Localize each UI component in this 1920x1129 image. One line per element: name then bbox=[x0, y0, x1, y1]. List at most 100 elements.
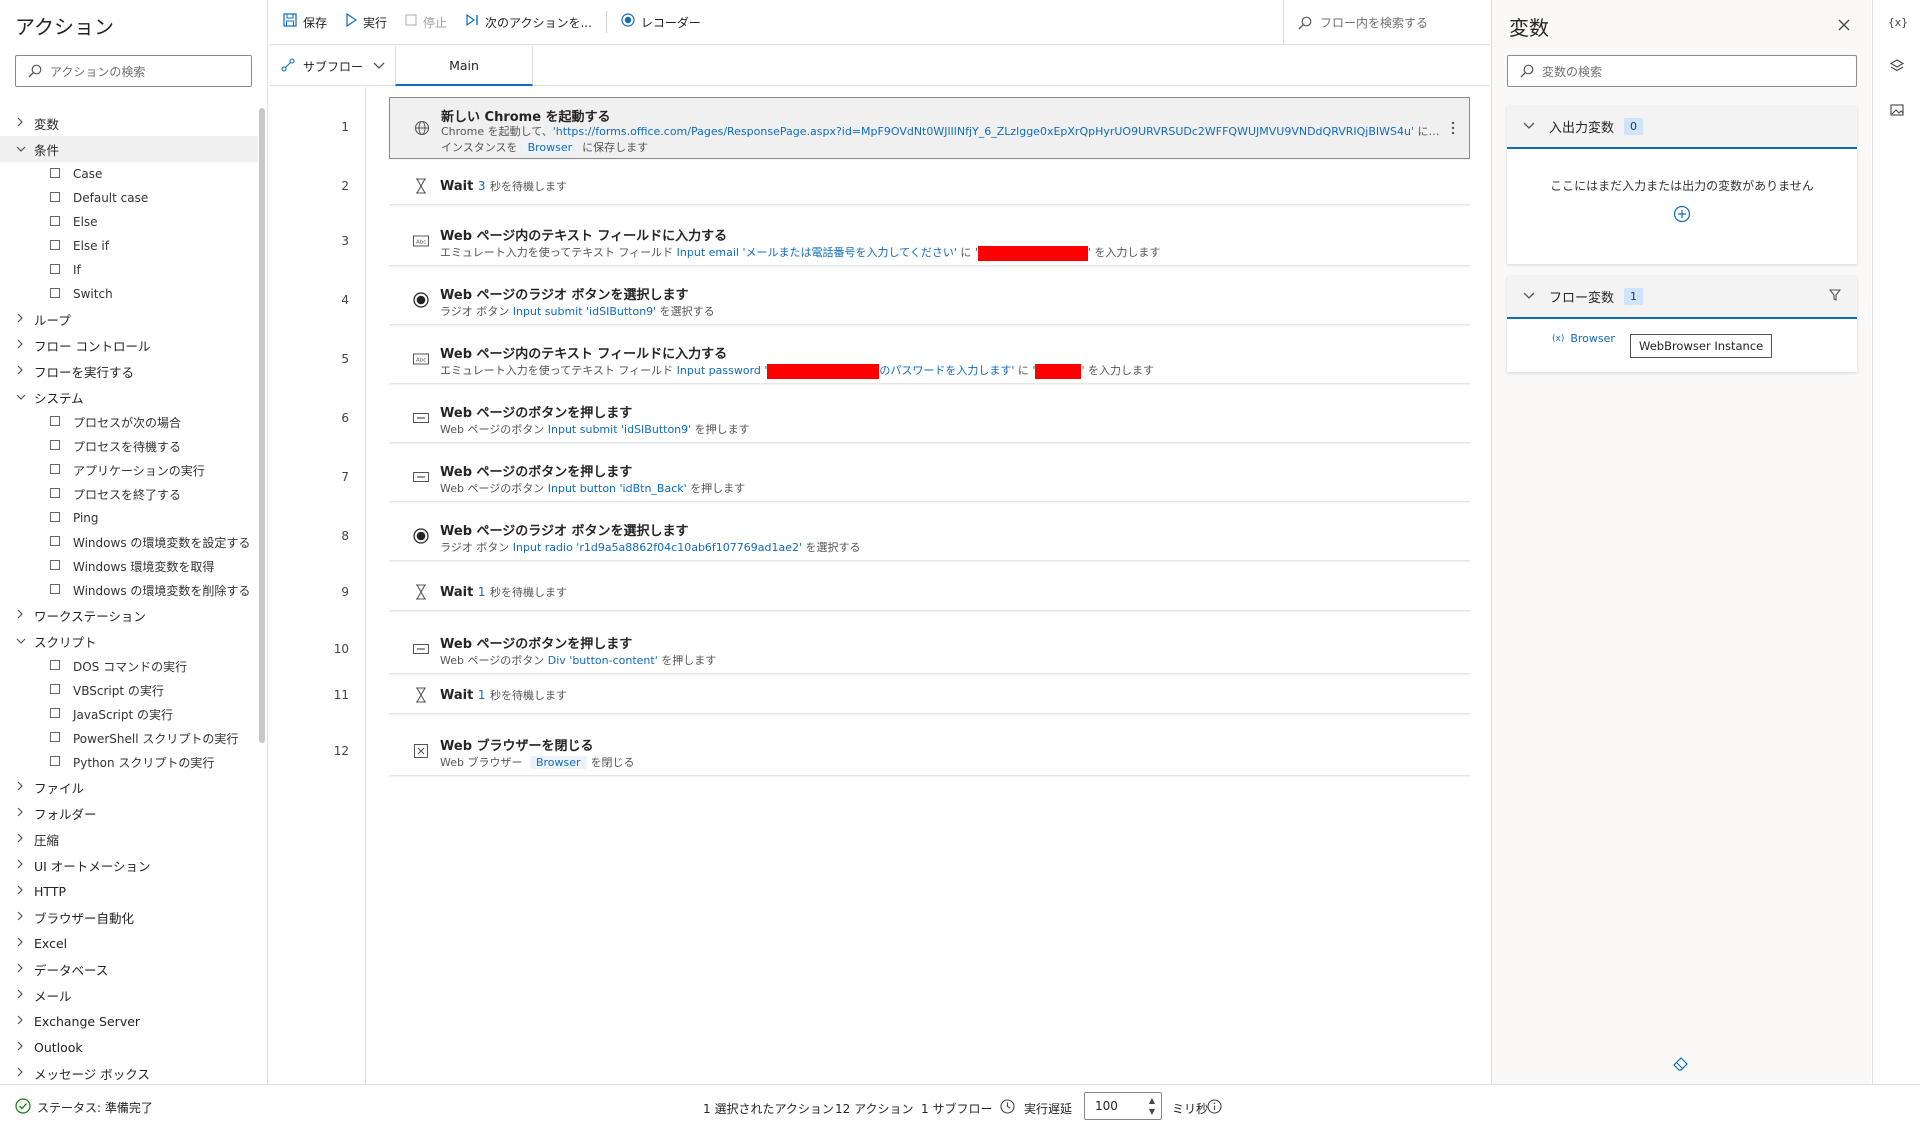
actions-scrollbar[interactable] bbox=[259, 108, 265, 743]
tree-action[interactable]: PowerShell スクリプトの実行 bbox=[0, 726, 258, 750]
line-number: 2 bbox=[341, 178, 349, 193]
chevron-right-icon bbox=[16, 364, 34, 378]
run-delay-input[interactable]: 100 ▲ ▼ bbox=[1084, 1092, 1162, 1120]
tree-category[interactable]: メール bbox=[0, 982, 258, 1008]
tree-category[interactable]: Excel bbox=[0, 930, 258, 956]
flow-step[interactable]: Web ページのラジオ ボタンを選択します ラジオ ボタン Input submi… bbox=[389, 276, 1470, 325]
eraser-icon[interactable] bbox=[1673, 1056, 1689, 1076]
tree-action-label: Windows 環境変数を取得 bbox=[73, 559, 215, 574]
check-circle-icon bbox=[15, 1098, 31, 1117]
dos-icon bbox=[49, 659, 73, 674]
subflow-dropdown[interactable]: サブフロー bbox=[281, 46, 385, 86]
variable-icon bbox=[49, 535, 73, 550]
tree-action[interactable]: If bbox=[0, 258, 258, 282]
tree-category[interactable]: フローを実行する bbox=[0, 358, 258, 384]
step-description: Web ページのボタン Input button 'idBtn_Back' を押… bbox=[440, 480, 745, 496]
flow-step[interactable]: Web ブラウザーを閉じる Web ブラウザー Browser を閉じる bbox=[389, 727, 1470, 776]
flow-search-input[interactable]: フロー内を検索する bbox=[1283, 0, 1490, 45]
flow-step[interactable]: Web ページのボタンを押します Web ページのボタン Input submit… bbox=[389, 394, 1470, 443]
save-button[interactable]: 保存 bbox=[279, 7, 331, 37]
tree-action[interactable]: Default case bbox=[0, 186, 258, 210]
radio-icon bbox=[413, 292, 429, 308]
tree-category[interactable]: メッセージ ボックス bbox=[0, 1060, 258, 1086]
recorder-button[interactable]: レコーダー bbox=[617, 7, 705, 37]
tree-category[interactable]: ファイル bbox=[0, 774, 258, 800]
line-number: 5 bbox=[341, 351, 349, 366]
flow-step[interactable]: Wait 3 秒を待機します bbox=[389, 168, 1470, 205]
tree-action[interactable]: Windows の環境変数を設定する bbox=[0, 530, 258, 554]
info-icon[interactable] bbox=[1207, 1099, 1222, 1117]
flow-step[interactable]: 新しい Chrome を起動する Chrome を起動して、'https://fo… bbox=[389, 97, 1470, 159]
flow-step[interactable]: Abc Web ページ内のテキスト フィールドに入力する エミュレート入力を使ってテ… bbox=[389, 217, 1470, 266]
images-icon[interactable] bbox=[1887, 102, 1907, 122]
tree-category[interactable]: 圧縮 bbox=[0, 826, 258, 852]
tree-category[interactable]: ループ bbox=[0, 306, 258, 332]
line-number: 6 bbox=[341, 410, 349, 425]
tree-action[interactable]: VBScript の実行 bbox=[0, 678, 258, 702]
actions-search-input[interactable]: アクションの検索 bbox=[15, 55, 252, 87]
tree-category[interactable]: フォルダー bbox=[0, 800, 258, 826]
filter-icon[interactable] bbox=[1828, 288, 1842, 305]
desc-text: Web ブラウザー bbox=[440, 756, 526, 769]
flow-step[interactable]: Web ページのラジオ ボタンを選択します ラジオ ボタン Input radio… bbox=[389, 512, 1470, 561]
tree-category[interactable]: Outlook bbox=[0, 1034, 258, 1060]
next-action-button[interactable]: 次のアクションを... bbox=[461, 7, 596, 37]
tree-action[interactable]: プロセスを待機する bbox=[0, 434, 258, 458]
tree-action[interactable]: Switch bbox=[0, 282, 258, 306]
run-delay-unit: ミリ秒 bbox=[1172, 1102, 1209, 1116]
tree-category[interactable]: スクリプト bbox=[0, 628, 258, 654]
tree-category[interactable]: HTTP bbox=[0, 878, 258, 904]
variables-pane-icon[interactable]: {x} bbox=[1887, 14, 1908, 34]
layers-icon[interactable] bbox=[1887, 58, 1907, 78]
more-options-icon[interactable] bbox=[1451, 120, 1455, 139]
flow-step[interactable]: Wait 1 秒を待機します bbox=[389, 677, 1470, 714]
tree-action[interactable]: Case bbox=[0, 162, 258, 186]
tree-action[interactable]: DOS コマンドの実行 bbox=[0, 654, 258, 678]
chevron-down-icon bbox=[1523, 289, 1549, 304]
close-icon[interactable] bbox=[1837, 16, 1851, 37]
tree-action[interactable]: Python スクリプトの実行 bbox=[0, 750, 258, 774]
tree-action[interactable]: Else bbox=[0, 210, 258, 234]
line-number: 3 bbox=[341, 233, 349, 248]
tree-action[interactable]: プロセスを終了する bbox=[0, 482, 258, 506]
flow-variables-header[interactable]: フロー変数 1 bbox=[1507, 276, 1857, 319]
add-variable-icon[interactable] bbox=[1507, 204, 1857, 228]
flow-step[interactable]: Web ページのボタンを押します Web ページのボタン Div 'button-… bbox=[389, 625, 1470, 674]
tree-category[interactable]: システム bbox=[0, 384, 258, 410]
flow-step[interactable]: Web ページのボタンを押します Web ページのボタン Input button… bbox=[389, 453, 1470, 502]
button-icon bbox=[413, 410, 429, 426]
tab-main[interactable]: Main bbox=[395, 46, 533, 86]
run-button[interactable]: 実行 bbox=[341, 7, 391, 37]
spinner-arrows-icon[interactable]: ▲ ▼ bbox=[1149, 1095, 1155, 1117]
tree-action[interactable]: Windows 環境変数を取得 bbox=[0, 554, 258, 578]
flow-step[interactable]: Abc Web ページ内のテキスト フィールドに入力する エミュレート入力を使ってテ… bbox=[389, 335, 1470, 384]
variable-chip[interactable]: Browser bbox=[521, 141, 579, 154]
variables-search-input[interactable]: 変数の検索 bbox=[1507, 55, 1857, 87]
tree-category[interactable]: UI オートメーション bbox=[0, 852, 258, 878]
tree-action[interactable]: Else if bbox=[0, 234, 258, 258]
stop-button[interactable]: 停止 bbox=[401, 7, 451, 37]
io-variables-header[interactable]: 入出力変数 0 bbox=[1507, 106, 1857, 149]
flow-step[interactable]: Wait 1 秒を待機します bbox=[389, 574, 1470, 611]
tree-category[interactable]: データベース bbox=[0, 956, 258, 982]
tree-action[interactable]: Windows の環境変数を削除する bbox=[0, 578, 258, 602]
tree-category[interactable]: フロー コントロール bbox=[0, 332, 258, 358]
tree-action[interactable]: JavaScript の実行 bbox=[0, 702, 258, 726]
tree-action[interactable]: Ping bbox=[0, 506, 258, 530]
flow-variable-browser[interactable]: (x) Browser bbox=[1552, 332, 1615, 345]
tree-category[interactable]: ワークステーション bbox=[0, 602, 258, 628]
desc-text: ラジオ ボタン bbox=[440, 541, 513, 554]
if-icon bbox=[49, 263, 73, 278]
tree-category[interactable]: Exchange Server bbox=[0, 1008, 258, 1034]
hourglass-icon bbox=[413, 584, 429, 600]
tree-category[interactable]: ブラウザー自動化 bbox=[0, 904, 258, 930]
chevron-right-icon bbox=[16, 858, 34, 872]
tree-action[interactable]: アプリケーションの実行 bbox=[0, 458, 258, 482]
tree-category[interactable]: 条件 bbox=[0, 136, 258, 162]
tree-action[interactable]: プロセスが次の場合 bbox=[0, 410, 258, 434]
case-icon bbox=[49, 167, 73, 182]
step-next-icon bbox=[465, 13, 479, 31]
tree-category[interactable]: 変数 bbox=[0, 110, 258, 136]
variable-chip[interactable]: Browser bbox=[529, 756, 587, 769]
step-description: 秒を待機します bbox=[490, 688, 568, 702]
